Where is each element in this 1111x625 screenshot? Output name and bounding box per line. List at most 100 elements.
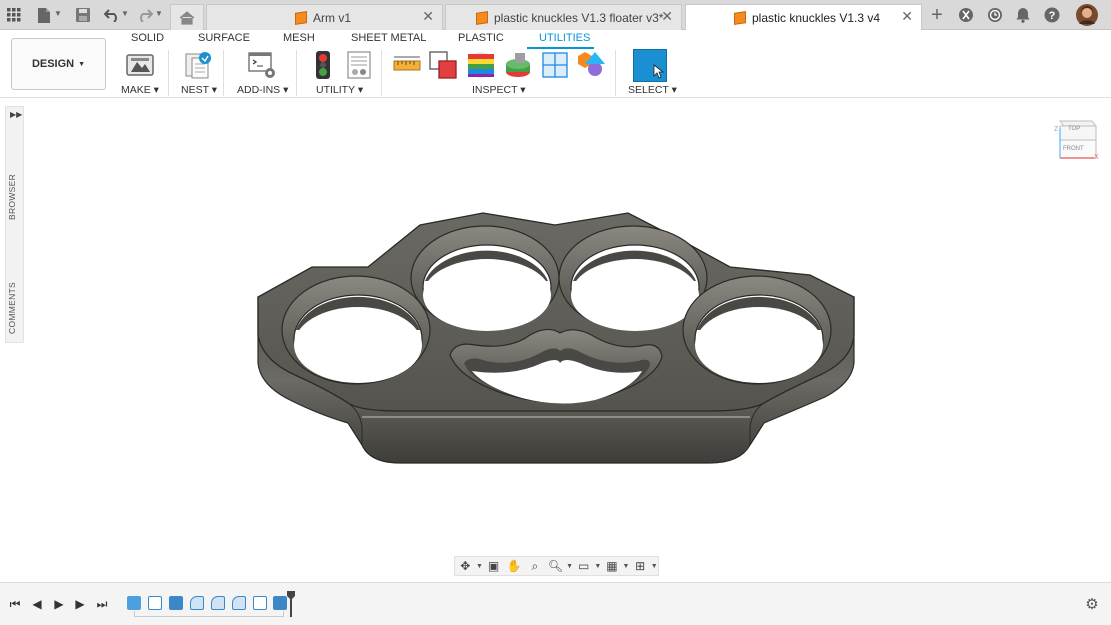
redo-caret-icon[interactable]: ▼ [155,9,163,18]
select-tool-button[interactable] [633,49,667,82]
make-menu[interactable]: MAKE ▾ [121,84,159,96]
viewcube-front-label[interactable]: FRONT [1063,146,1084,152]
knuckles-3d-model[interactable] [250,205,860,473]
browser-panel-label[interactable]: BROWSER [7,174,17,220]
user-avatar[interactable] [1076,4,1098,26]
browser-comments-panel: ▶▶ BROWSER COMMENTS [5,106,24,343]
tab-active-document[interactable]: plastic knuckles V1.3 v4 ✕ [685,4,922,31]
measure-icon[interactable] [392,50,422,80]
addins-label: ADD-INS [237,84,281,96]
timeline-extrude-feature-icon[interactable] [273,596,287,610]
app-grid-icon[interactable] [4,5,24,25]
play-icon[interactable]: ▶ [50,595,68,613]
utility-label: UTILITY [316,84,355,96]
look-at-icon[interactable]: ▣ [483,557,504,575]
undo-icon[interactable] [102,5,122,25]
timeline-fillet-feature-icon[interactable] [232,596,246,610]
fusion-window: ▼ ▼ ▼ Arm v1 ✕ plastic knuckles V1.3 flo… [0,0,1111,625]
zoom-icon[interactable]: ⌕ [525,557,546,575]
go-to-end-icon[interactable]: ⏭ [93,595,111,613]
workspace-label: DESIGN [31,58,75,70]
display-settings-icon[interactable] [577,50,607,80]
inspect-menu[interactable]: INSPECT ▾ [472,84,526,96]
tab-arm-v1[interactable]: Arm v1 ✕ [206,4,443,30]
tab-surface[interactable]: SURFACE [198,32,250,46]
select-menu[interactable]: SELECT ▾ [628,84,677,96]
nest-label: NEST [181,84,209,96]
grid-caret-icon[interactable]: ▼ [622,563,630,570]
viewports-icon[interactable]: ⊞ [630,557,651,575]
pan-hand-icon[interactable]: ✋ [504,557,525,575]
timeline-sketch-feature-icon[interactable] [253,596,267,610]
3d-print-icon[interactable] [125,50,155,80]
go-to-start-icon[interactable]: ⏮ [6,595,24,613]
file-menu-caret-icon[interactable]: ▼ [54,9,62,18]
draft-analysis-icon[interactable] [503,50,533,80]
timeline-fillet-feature-icon[interactable] [190,596,204,610]
nest-menu[interactable]: NEST ▾ [181,84,217,96]
timeline-extrude-feature-icon[interactable] [169,596,183,610]
close-tab-icon[interactable]: ✕ [661,8,673,25]
home-icon [179,10,195,25]
inspect-label: INSPECT [472,84,518,96]
grid-snap-icon[interactable]: ▦ [602,557,623,575]
tab-sheet-metal[interactable]: SHEET METAL [351,32,426,46]
viewcube[interactable]: TOP FRONT X Z [1050,118,1106,168]
traffic-light-icon[interactable] [308,50,338,80]
tab-utilities[interactable]: UTILITIES [539,32,590,46]
orbit-icon[interactable]: ✥ [455,557,476,575]
curvature-analysis-icon[interactable] [466,50,496,80]
zoom-caret-icon[interactable]: ▼ [566,563,574,570]
tab-floater[interactable]: plastic knuckles V1.3 floater v3* ✕ [445,4,682,30]
workspace-switcher[interactable]: DESIGN ▼ [11,38,106,90]
orbit-caret-icon[interactable]: ▼ [476,563,484,570]
step-back-icon[interactable]: ◀ [28,595,46,613]
notifications-bell-icon[interactable] [1013,5,1033,25]
parameters-table-icon[interactable] [344,50,374,80]
design-file-icon [476,10,488,25]
redo-icon[interactable] [135,5,155,25]
make-label: MAKE [121,84,151,96]
timeline-canvas-feature-icon[interactable] [127,596,141,610]
design-file-icon [734,11,746,25]
undo-caret-icon[interactable]: ▼ [121,9,129,18]
section-analysis-icon[interactable] [540,50,570,80]
svg-text:?: ? [1049,10,1056,22]
nest-icon[interactable] [184,50,214,80]
comments-panel-label[interactable]: COMMENTS [7,282,17,334]
divider [168,50,169,96]
tab-label: Arm v1 [313,10,352,25]
scripts-addins-icon[interactable] [247,50,277,80]
interference-icon[interactable] [428,50,458,80]
extensions-icon[interactable] [956,5,976,25]
close-tab-icon[interactable]: ✕ [422,8,434,25]
timeline-settings-gear-icon[interactable]: ⚙ [1083,595,1101,613]
display-mode-icon[interactable]: ▭ [573,557,594,575]
toolbar-ribbon: DESIGN ▼ SOLID SURFACE MESH SHEET METAL … [0,30,1111,98]
help-icon[interactable]: ? [1042,5,1062,25]
file-icon[interactable] [34,5,54,25]
viewcube-top-label[interactable]: TOP [1068,126,1080,132]
utility-menu[interactable]: UTILITY ▾ [316,84,363,96]
design-file-icon [295,10,307,25]
tab-solid[interactable]: SOLID [131,32,164,46]
close-tab-icon[interactable]: ✕ [901,8,913,25]
home-tab[interactable] [170,4,204,30]
tab-plastic[interactable]: PLASTIC [458,32,504,46]
addins-menu[interactable]: ADD-INS ▾ [237,84,288,96]
job-status-icon[interactable] [985,5,1005,25]
divider [296,50,297,96]
tab-mesh[interactable]: MESH [283,32,315,46]
fit-zoom-icon[interactable]: 🔍︎ [545,557,566,575]
axis-z-label: Z [1054,126,1059,133]
viewports-caret-icon[interactable]: ▼ [650,563,658,570]
expand-panel-icon[interactable]: ▶▶ [10,110,22,119]
timeline-fillet-feature-icon[interactable] [211,596,225,610]
timeline-sketch-feature-icon[interactable] [148,596,162,610]
save-icon[interactable] [73,5,93,25]
timeline-marker[interactable] [287,591,295,617]
step-forward-icon[interactable]: ▶ [71,595,89,613]
select-label: SELECT [628,84,669,96]
display-caret-icon[interactable]: ▼ [594,563,602,570]
new-tab-icon[interactable]: + [927,4,947,26]
